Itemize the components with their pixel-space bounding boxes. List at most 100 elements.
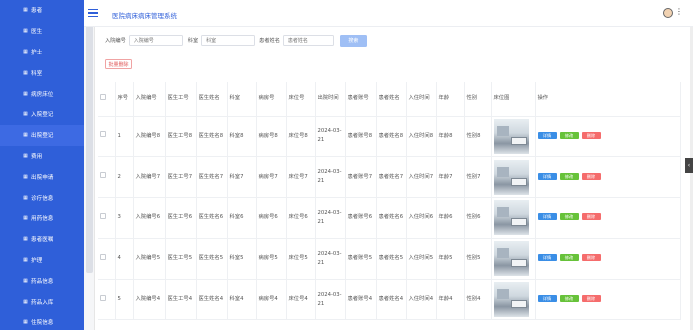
sidebar-scrollbar[interactable] — [86, 8, 93, 273]
edit-button[interactable]: 修改 — [559, 131, 579, 139]
cell-bed-photo — [491, 197, 536, 239]
checkbox[interactable] — [100, 253, 106, 260]
cell-patient-name: 患者姓名7 — [376, 156, 407, 199]
row-select-cell[interactable] — [98, 279, 116, 321]
sidebar-item-ward-beds[interactable]: ▦ 病房床位 — [0, 83, 84, 104]
sidebar-item-inpatient[interactable]: ▦ 住院信息 — [0, 312, 84, 330]
cell-doc-name: 医生姓名8 — [196, 116, 228, 158]
sidebar-item-label: 用药信息 — [31, 216, 54, 223]
cell-bed-photo — [491, 116, 536, 158]
sidebar-item-orders[interactable]: ▦ 患者医嘱 — [0, 229, 84, 250]
edit-button[interactable]: 修改 — [559, 295, 579, 303]
edit-button[interactable]: 修改 — [559, 254, 579, 262]
checkbox[interactable] — [100, 131, 106, 138]
checkbox[interactable] — [100, 172, 106, 179]
bed-photo[interactable] — [493, 118, 529, 154]
cell-admission: 入院编号6 — [133, 197, 166, 239]
cell-dept: 科室5 — [227, 238, 257, 280]
detail-button[interactable]: 详情 — [537, 213, 557, 221]
edit-button[interactable]: 修改 — [559, 172, 579, 180]
table-row[interactable]: 3 入院编号6 医生工号6 医生姓名6 科室6 病房号6 床位号6 2024-03-21 患者账… — [98, 197, 681, 239]
cell-patient-name: 患者姓名4 — [376, 279, 407, 321]
checkbox[interactable] — [100, 93, 106, 100]
cell-dept: 科室6 — [227, 197, 257, 239]
cell-discharge: 2024-03-21 — [315, 238, 346, 280]
filter-panel: 入院编号 科室 患者姓名 搜索 批量删除 — [98, 34, 680, 69]
sidebar-item-medication[interactable]: ▦ 用药信息 — [0, 208, 84, 229]
side-collapse-tab[interactable]: ‹ — [685, 158, 693, 173]
cell-idx: 4 — [115, 238, 134, 280]
search-button[interactable]: 搜索 — [339, 34, 367, 47]
table-header-row: 序号 入院编号 医生工号 医生姓名 科室 病房号 床位号 出院时间 患者账号 患… — [98, 82, 681, 117]
header-select-all[interactable] — [98, 82, 116, 117]
sidebar-item-nurses[interactable]: ▦ 护士 — [0, 42, 84, 63]
checkbox[interactable] — [100, 294, 106, 301]
kebab-icon[interactable]: ⋮ — [675, 8, 683, 16]
sidebar-item-fees[interactable]: ▦ 费用 — [0, 146, 84, 167]
column-header: 入住时间 — [406, 82, 437, 117]
detail-button[interactable]: 详情 — [537, 172, 557, 180]
checkbox[interactable] — [100, 212, 106, 219]
delete-button[interactable]: 删除 — [581, 172, 601, 180]
cell-discharge: 2024-03-21 — [315, 279, 346, 321]
cell-gender: 性别7 — [464, 156, 492, 199]
cell-actions: 详情 修改 删除 — [535, 116, 681, 158]
grid-icon: ▦ — [23, 7, 28, 14]
bed-photo[interactable] — [493, 241, 529, 277]
patient-name-input[interactable] — [282, 35, 334, 46]
avatar[interactable] — [663, 8, 673, 18]
cell-doc-id: 医生工号8 — [165, 116, 197, 158]
sidebar-item-patients[interactable]: ▦ 患者 — [0, 0, 84, 21]
table-row[interactable]: 5 入院编号4 医生工号4 医生姓名4 科室4 病房号4 床位号4 2024-03-21 患者账… — [98, 279, 681, 321]
bed-photo[interactable] — [493, 200, 529, 236]
cell-actions: 详情 修改 删除 — [535, 197, 681, 239]
sidebar-item-nursing[interactable]: ▦ 护理 — [0, 250, 84, 271]
discharge-table: 序号 入院编号 医生工号 医生姓名 科室 病房号 床位号 出院时间 患者账号 患… — [98, 82, 681, 321]
sidebar-item-drug-stock[interactable]: ▦ 药品入库 — [0, 291, 84, 312]
detail-button[interactable]: 详情 — [537, 254, 557, 262]
cell-idx: 2 — [115, 156, 134, 199]
delete-button[interactable]: 删除 — [581, 254, 601, 262]
bed-photo[interactable] — [493, 159, 529, 195]
cell-bed-photo — [491, 238, 536, 280]
grid-icon: ▦ — [23, 69, 28, 76]
delete-button[interactable]: 删除 — [581, 295, 601, 303]
sidebar-item-treatment[interactable]: ▦ 诊疗信息 — [0, 187, 84, 208]
column-header: 性别 — [464, 82, 492, 117]
sidebar-item-drugs[interactable]: ▦ 药品信息 — [0, 270, 84, 291]
cell-actions: 详情 修改 删除 — [535, 279, 681, 321]
cell-idx: 3 — [115, 197, 134, 239]
row-select-cell[interactable] — [98, 156, 116, 199]
admission-input[interactable] — [128, 35, 183, 46]
row-select-cell[interactable] — [98, 238, 116, 280]
table-row[interactable]: 4 入院编号5 医生工号5 医生姓名5 科室5 病房号5 床位号5 2024-03-21 患者账… — [98, 238, 681, 280]
detail-button[interactable]: 详情 — [537, 131, 557, 139]
column-header: 床位号 — [286, 82, 316, 117]
cell-gender: 性别5 — [464, 238, 492, 280]
sidebar-item-discharge-request[interactable]: ▦ 出院申请 — [0, 166, 84, 187]
sidebar-item-discharge[interactable]: ▦ 出院登记 — [0, 124, 84, 146]
batch-delete-button[interactable]: 批量删除 — [105, 59, 132, 69]
cell-patient-acct: 患者账号4 — [345, 279, 377, 321]
sidebar-item-label: 医生 — [31, 29, 43, 36]
sidebar-item-doctors[interactable]: ▦ 医生 — [0, 21, 84, 42]
table-row[interactable]: 2 入院编号7 医生工号7 医生姓名7 科室7 病房号7 床位号7 2024-03-21 患者账… — [98, 156, 681, 199]
grid-icon: ▦ — [23, 173, 28, 180]
hamburger-icon[interactable] — [88, 9, 98, 17]
bed-photo[interactable] — [493, 282, 529, 318]
detail-button[interactable]: 详情 — [537, 295, 557, 303]
delete-button[interactable]: 删除 — [581, 131, 601, 139]
sidebar-item-label: 患者 — [31, 8, 43, 15]
dept-input[interactable] — [201, 35, 256, 46]
admission-label: 入院编号 — [105, 38, 126, 44]
sidebar-item-departments[interactable]: ▦ 科室 — [0, 62, 84, 83]
table-row[interactable]: 1 入院编号8 医生工号8 医生姓名8 科室8 病房号8 床位号8 2024-03-21 患者账… — [98, 116, 681, 158]
cell-checkin: 入住时间4 — [406, 279, 437, 321]
row-select-cell[interactable] — [98, 197, 116, 239]
row-select-cell[interactable] — [98, 116, 116, 158]
delete-button[interactable]: 删除 — [581, 213, 601, 221]
sidebar-item-admission[interactable]: ▦ 入院登记 — [0, 104, 84, 125]
cell-doc-id: 医生工号4 — [165, 279, 197, 321]
cell-doc-name: 医生姓名7 — [196, 156, 228, 199]
edit-button[interactable]: 修改 — [559, 213, 579, 221]
